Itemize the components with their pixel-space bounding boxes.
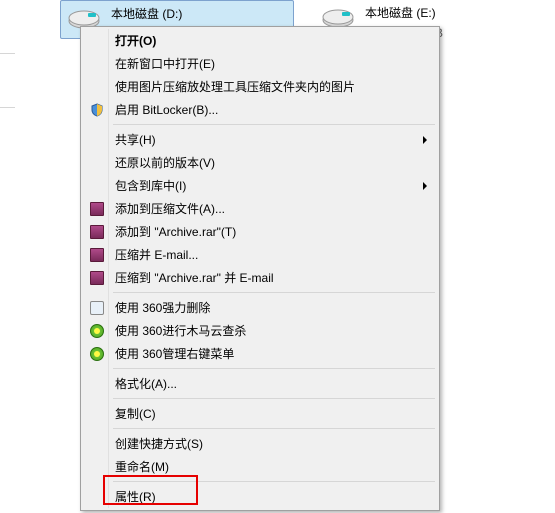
menu-rename[interactable]: 重命名(M) — [83, 455, 437, 478]
menu-open-new-window[interactable]: 在新窗口中打开(E) — [83, 52, 437, 75]
menu-properties[interactable]: 属性(R) — [83, 485, 437, 508]
menu-compress-email[interactable]: 压缩并 E-mail... — [83, 243, 437, 266]
menu-include-library[interactable]: 包含到库中(I) — [83, 174, 437, 197]
winrar-icon — [89, 247, 105, 263]
winrar-icon — [89, 201, 105, 217]
drive-e-label: 本地磁盘 (E:) — [365, 4, 539, 24]
chevron-right-icon — [423, 182, 427, 190]
winrar-icon — [89, 224, 105, 240]
drive-d-label: 本地磁盘 (D:) — [111, 5, 285, 25]
menu-add-to-rar[interactable]: 添加到 "Archive.rar"(T) — [83, 220, 437, 243]
menu-360-menu[interactable]: 使用 360管理右键菜单 — [83, 342, 437, 365]
menu-add-to-archive[interactable]: 添加到压缩文件(A)... — [83, 197, 437, 220]
shield-icon — [89, 102, 105, 118]
menu-360-trojan[interactable]: 使用 360进行木马云查杀 — [83, 319, 437, 342]
menu-separator — [113, 428, 435, 429]
menu-separator — [113, 124, 435, 125]
disk-360-icon — [89, 300, 105, 316]
menu-share[interactable]: 共享(H) — [83, 128, 437, 151]
menu-separator — [113, 398, 435, 399]
green-360-icon — [89, 323, 105, 339]
menu-separator — [113, 368, 435, 369]
menu-format[interactable]: 格式化(A)... — [83, 372, 437, 395]
menu-compress-images[interactable]: 使用图片压缩放处理工具压缩文件夹内的图片 — [83, 75, 437, 98]
menu-create-shortcut[interactable]: 创建快捷方式(S) — [83, 432, 437, 455]
menu-open[interactable]: 打开(O) — [83, 29, 437, 52]
menu-separator — [113, 481, 435, 482]
context-menu: 打开(O) 在新窗口中打开(E) 使用图片压缩放处理工具压缩文件夹内的图片 启用… — [80, 26, 440, 511]
green-360-icon — [89, 346, 105, 362]
menu-bitlocker[interactable]: 启用 BitLocker(B)... — [83, 98, 437, 121]
winrar-icon — [89, 270, 105, 286]
menu-360-delete[interactable]: 使用 360强力删除 — [83, 296, 437, 319]
chevron-right-icon — [423, 136, 427, 144]
menu-compress-rar-email[interactable]: 压缩到 "Archive.rar" 并 E-mail — [83, 266, 437, 289]
menu-copy[interactable]: 复制(C) — [83, 402, 437, 425]
menu-restore-versions[interactable]: 还原以前的版本(V) — [83, 151, 437, 174]
menu-separator — [113, 292, 435, 293]
